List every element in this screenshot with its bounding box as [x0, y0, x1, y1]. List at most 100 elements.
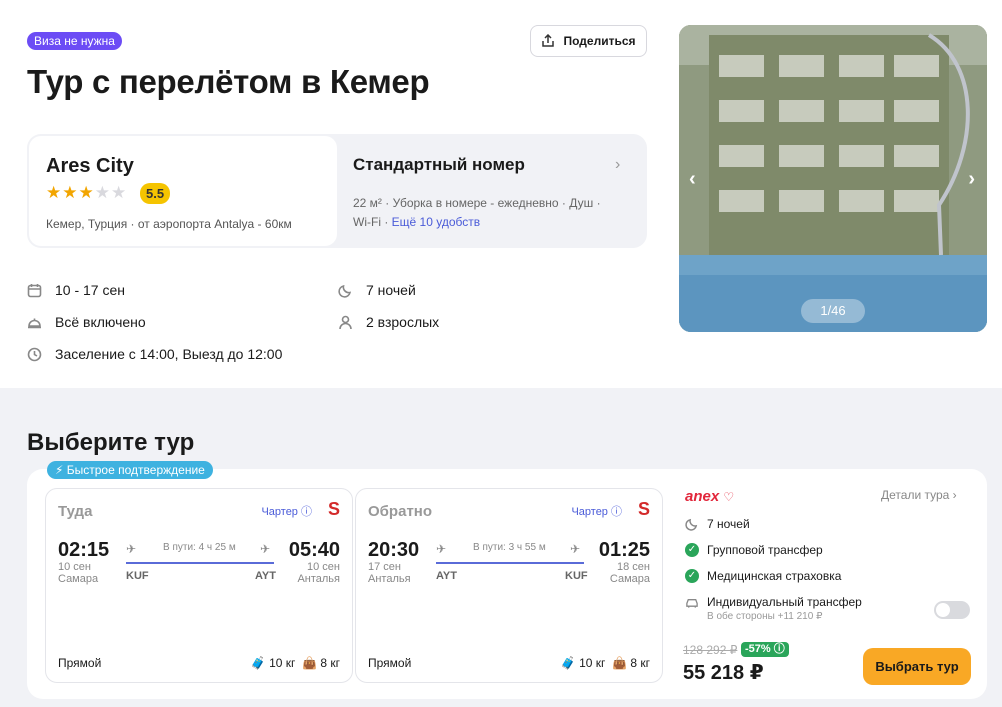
- fast-confirmation-text: Быстрое подтверждение: [66, 463, 205, 477]
- prev-photo-icon[interactable]: ‹: [689, 168, 696, 191]
- tour-details-text: Детали тура: [881, 488, 950, 502]
- departure-city: Самара: [58, 573, 99, 585]
- departure-info: 17 сен Анталья: [368, 561, 411, 585]
- cloche-icon: [28, 318, 41, 328]
- arrival-time: 01:25: [598, 539, 650, 561]
- star-icon: ★: [78, 183, 94, 202]
- photo-counter: 1/46: [801, 299, 865, 323]
- arrival-time: 05:40: [288, 539, 340, 561]
- share-button[interactable]: Поделиться: [530, 25, 647, 57]
- room-features: 22 м² · Уборка в номере - ежедневно · Ду…: [353, 194, 633, 232]
- individual-transfer-toggle[interactable]: [934, 601, 970, 619]
- fact-nights: 7 ночей: [338, 274, 439, 306]
- more-amenities-link[interactable]: Ещё 10 удобств: [392, 215, 480, 229]
- hotel-photo: [679, 25, 987, 332]
- baggage-weight: 10 кг: [269, 656, 296, 670]
- from-iata: AYT: [436, 570, 457, 582]
- charter-badge: Чартер ⓘ: [261, 506, 312, 518]
- calendar-icon: [27, 283, 42, 297]
- group-transfer-text: Групповой трансфер: [707, 543, 823, 557]
- airline-logo-icon: S: [327, 499, 340, 519]
- moon-icon: [338, 284, 352, 298]
- share-label: Поделиться: [563, 34, 636, 48]
- current-price: 55 218 ₽: [683, 662, 764, 684]
- clock-icon: [27, 347, 42, 361]
- route-line: [126, 562, 274, 564]
- visa-badge: Виза не нужна: [27, 32, 122, 50]
- arrival-city: Анталья: [297, 573, 340, 585]
- page-title: Тур с перелётом в Кемер: [27, 63, 430, 100]
- hotel-photo-gallery[interactable]: ‹ › 1/46: [679, 25, 987, 332]
- star-icon: ★: [94, 183, 110, 202]
- included-nights: 7 ночей: [685, 517, 750, 531]
- tour-details-link[interactable]: Детали тура ›: [881, 488, 957, 502]
- bag-icon: 🧳: [560, 656, 576, 670]
- facts-right: 7 ночей 2 взрослых: [338, 274, 439, 338]
- hotel-stars: ★ ★ ★ ★ ★: [46, 184, 126, 201]
- insurance-text: Медицинская страховка: [707, 569, 842, 583]
- baggage-info: 🧳 10 кг 👜 8 кг: [251, 656, 340, 670]
- bag-icon: 🧳: [250, 656, 266, 670]
- charter-badge: Чартер ⓘ: [571, 506, 622, 518]
- nights-value: 7 ночей: [707, 517, 750, 531]
- chevron-right-icon[interactable]: ›: [615, 156, 620, 174]
- share-icon: [542, 34, 555, 47]
- flight-type: Прямой: [368, 656, 412, 670]
- flight-type: Прямой: [58, 656, 102, 670]
- arrival-date: 18 сен: [617, 561, 650, 573]
- landing-icon: ✈: [260, 542, 271, 556]
- departure-date: 10 сен: [58, 561, 91, 573]
- included-insurance: ✓ Медицинская страховка: [685, 569, 841, 583]
- leg-direction: Обратно: [368, 503, 433, 520]
- leg-direction: Туда: [58, 503, 93, 520]
- meals-text: Всё включено: [55, 314, 146, 330]
- discount-badge: -57% ⓘ: [741, 642, 789, 657]
- departure-time: 20:30: [368, 539, 420, 561]
- fact-meals: Всё включено: [27, 306, 282, 338]
- individual-transfer-option: Индивидуальный трансфер В обе стороны +1…: [685, 595, 862, 622]
- moon-icon: [685, 518, 698, 531]
- old-price: 128 292 ₽: [683, 643, 738, 657]
- individual-transfer-text: Индивидуальный трансфер: [707, 595, 862, 609]
- heart-icon[interactable]: ♡: [723, 490, 734, 504]
- flight-leg-return[interactable]: Обратно Чартер ⓘ S 20:30 17 сен Анталья ✈…: [355, 488, 663, 683]
- individual-transfer-labels: Индивидуальный трансфер В обе стороны +1…: [707, 595, 862, 622]
- fact-checkin: Заселение с 14:00, Выезд до 12:00: [27, 338, 282, 370]
- discount-value: -57%: [745, 643, 771, 655]
- included-group-transfer: ✓ Групповой трансфер: [685, 543, 823, 557]
- arrival-city: Самара: [609, 573, 650, 585]
- choose-tour-button[interactable]: Выбрать тур: [863, 648, 971, 685]
- from-iata: KUF: [126, 570, 149, 582]
- handbag-icon: 👜: [612, 656, 628, 670]
- fast-confirmation-badge: ⚡ Быстрое подтверждение: [47, 461, 213, 479]
- rating-badge: 5.5: [140, 183, 171, 204]
- flight-leg-outbound[interactable]: Туда Чартер ⓘ S 02:15 10 сен Самара ✈ В п…: [45, 488, 353, 683]
- arrival-date: 10 сен: [307, 561, 340, 573]
- operator-brand: anex: [685, 488, 720, 505]
- landing-icon: ✈: [570, 542, 581, 556]
- handbag-weight: 8 кг: [320, 656, 340, 670]
- departure-time: 02:15: [58, 539, 110, 561]
- star-icon: ★: [62, 183, 78, 202]
- airline-logo-icon: S: [637, 499, 650, 519]
- takeoff-icon: ✈: [126, 542, 137, 556]
- check-icon: ✓: [685, 543, 699, 557]
- handbag-icon: 👜: [302, 656, 318, 670]
- baggage-info: 🧳 10 кг 👜 8 кг: [561, 656, 650, 670]
- arrival-info: 10 сен Анталья: [297, 561, 340, 585]
- person-icon: [339, 315, 352, 329]
- checkin-text: Заселение с 14:00, Выезд до 12:00: [55, 346, 283, 362]
- next-photo-icon[interactable]: ›: [968, 168, 975, 191]
- charter-text: Чартер: [571, 506, 608, 518]
- flight-duration: В пути: 4 ч 25 м: [163, 542, 236, 553]
- hotel-card[interactable]: Ares City ★ ★ ★ ★ ★ 5.5 Кемер, Турция · …: [29, 136, 337, 246]
- room-title[interactable]: Стандартный номер: [353, 155, 525, 175]
- dates-text: 10 - 17 сен: [55, 282, 125, 298]
- flight-duration: В пути: 3 ч 55 м: [473, 542, 546, 553]
- car-icon: [686, 599, 698, 608]
- room-features-text-2: Wi-Fi ·: [353, 215, 389, 229]
- star-icon: ★: [46, 183, 62, 202]
- nights-text: 7 ночей: [366, 282, 416, 298]
- fact-dates: 10 - 17 сен: [27, 274, 282, 306]
- guests-text: 2 взрослых: [366, 314, 440, 330]
